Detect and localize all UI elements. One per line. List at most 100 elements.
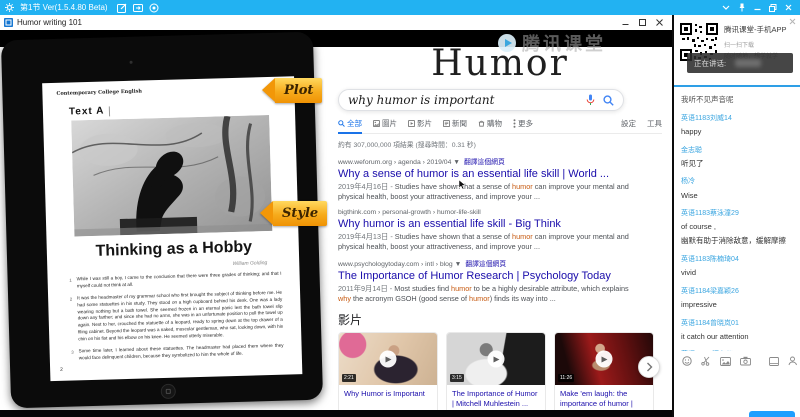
image-icon[interactable] [720, 357, 731, 366]
callout-arrow-icon [262, 78, 275, 102]
edit-icon[interactable] [117, 3, 127, 13]
search-result: www.weforum.org › agenda › 2019/04 ▼翻譯這個… [338, 156, 640, 202]
chat-message: Wise [681, 191, 793, 201]
tab-more[interactable]: 更多 [513, 118, 533, 129]
send-button[interactable] [749, 411, 795, 417]
paragraph-number: 2 [66, 296, 73, 343]
play-icon[interactable] [596, 351, 613, 368]
search-box[interactable] [338, 89, 624, 111]
chat-username: 英语1184曾晓岚01 [681, 319, 793, 328]
window-titlebar: Humor writing 101 [0, 15, 672, 30]
tab-news[interactable]: 新聞 [443, 118, 467, 129]
result-title[interactable]: Why humor is an essential life skill - B… [338, 218, 640, 230]
essay-title: Thinking as a Hobby [61, 238, 287, 262]
mouse-cursor-icon [458, 180, 466, 190]
minimize-window-icon[interactable] [754, 4, 761, 11]
chat-message-list[interactable]: 我听不见声音呢 英语1183刘威14 happy 金志聪 听见了 杨冷 Wise… [674, 85, 800, 351]
share-screen-icon[interactable] [133, 3, 143, 13]
divider [109, 106, 110, 116]
tab-all[interactable]: 全部 [338, 118, 362, 134]
chat-username: 英语1183刘威14 [681, 114, 793, 123]
result-url[interactable]: www.weforum.org › agenda › 2019/04 ▼翻譯這個… [338, 156, 640, 166]
search-input[interactable] [348, 93, 578, 107]
chat-message: 我听不见声音呢 [681, 95, 793, 105]
search-result: www.psychologytoday.com › intl › blog ▼翻… [338, 258, 640, 304]
tab-videos[interactable]: 影片 [408, 118, 432, 129]
chat-panel: 腾讯课堂-手机APP 扫一扫下载 随时随地，想学就学 正在讲话: 我听不见声音呢… [672, 15, 800, 417]
tablet-home-button [161, 384, 176, 399]
paragraph: 1 While I was still a boy, I came to the… [66, 271, 282, 291]
watermark: 腾讯课堂 [498, 30, 606, 56]
close-window-icon[interactable] [785, 4, 792, 11]
app-promo-title: 腾讯课堂-手机APP [724, 24, 797, 35]
search-result: bigthink.com › personal-growth › humor-l… [338, 209, 640, 252]
chat-toolbar [674, 351, 800, 371]
video-card[interactable]: 2:21 Why Humor is Important Izzy G YouTu… [338, 332, 438, 417]
chevron-down-icon[interactable] [722, 5, 730, 10]
video-thumbnail[interactable]: 2:21 [339, 333, 437, 385]
thinker-statue-photo [71, 115, 272, 236]
slide-area: 腾讯课堂 Contemporary College English Text A [0, 30, 672, 417]
video-card[interactable]: 3:15 The Importance of Humor | Mitchell … [446, 332, 546, 417]
member-list-icon[interactable] [788, 356, 797, 366]
play-icon[interactable] [488, 351, 505, 368]
speaker-name-blurred [735, 59, 761, 67]
restore-window-icon[interactable] [769, 4, 777, 12]
watermark-text: 腾讯课堂 [522, 30, 606, 56]
essay-paragraphs: 1 While I was still a boy, I came to the… [66, 271, 284, 363]
video-card[interactable]: 11:26 Make 'em laugh: the importance of … [554, 332, 654, 417]
textbook-page: Contemporary College English Text A [42, 76, 302, 381]
window-title: Humor writing 101 [17, 18, 82, 27]
screenshot-scissors-icon[interactable] [701, 356, 711, 366]
chat-message: 听见了 [681, 159, 793, 169]
paragraph: 2 It was the headmaster of my grammar sc… [66, 289, 283, 343]
paragraph-text: While I was still a boy, I came to the c… [77, 271, 282, 290]
chat-message: vivid [681, 268, 793, 278]
record-icon[interactable] [149, 3, 159, 13]
paragraph: 3 Some time later, I learned about these… [68, 343, 284, 363]
video-duration: 2:21 [342, 374, 356, 382]
chat-message: impressive [681, 300, 793, 310]
app-promo-section: 腾讯课堂-手机APP 扫一扫下载 随时随地，想学就学 正在讲话: [674, 15, 800, 73]
result-title[interactable]: The Importance of Humor Research | Psych… [338, 270, 640, 282]
carousel-next-button[interactable] [638, 356, 660, 378]
chat-username: 杨冷 [681, 177, 793, 186]
callout-label: Plot [275, 78, 322, 103]
camera-icon[interactable] [740, 356, 751, 366]
video-thumbnail[interactable]: 3:15 [447, 333, 545, 385]
tab-settings[interactable]: 設定 [621, 118, 636, 129]
maximize-icon[interactable] [639, 19, 646, 26]
translate-link[interactable]: 翻譯這個網頁 [464, 159, 505, 166]
play-icon[interactable] [380, 351, 397, 368]
paragraph-number: 3 [68, 350, 74, 363]
chat-window-icon[interactable] [769, 357, 779, 366]
video-thumbnail[interactable]: 11:26 [555, 333, 653, 385]
videos-carousel: 2:21 Why Humor is Important Izzy G YouTu… [338, 332, 662, 417]
chat-username: 英语1183蔡泳潼29 [681, 209, 793, 218]
session-title: 第1节 Ver(1.5.4.80 Beta) [20, 4, 108, 12]
bottom-black-strip [0, 410, 672, 417]
emoji-icon[interactable] [682, 356, 692, 366]
search-icon[interactable] [603, 95, 614, 106]
mic-icon[interactable] [586, 94, 595, 106]
chat-message: happy [681, 127, 793, 137]
tab-images[interactable]: 圖片 [373, 118, 397, 129]
pin-icon[interactable] [738, 3, 746, 12]
settings-gear-icon[interactable] [5, 3, 14, 12]
paragraph-number: 1 [66, 278, 72, 291]
presentation-window: Humor writing 101 腾讯课堂 Contemporary Coll… [0, 15, 672, 417]
close-icon[interactable] [656, 19, 663, 26]
tab-shopping[interactable]: 購物 [478, 118, 502, 129]
result-url[interactable]: www.psychologytoday.com › intl › blog ▼翻… [338, 258, 640, 268]
tab-tools[interactable]: 工具 [647, 118, 662, 129]
play-logo-icon [498, 34, 516, 52]
search-tabs: 全部 圖片 影片 新聞 [338, 118, 662, 134]
callout-label: Style [273, 201, 327, 226]
book-header: Contemporary College English [56, 85, 282, 97]
result-title[interactable]: Why a sense of humor is an essential lif… [338, 168, 640, 180]
minimize-icon[interactable] [622, 19, 629, 26]
screen: 第1节 Ver(1.5.4.80 Beta) [0, 0, 800, 417]
chat-username: 金志聪 [681, 146, 793, 155]
result-url[interactable]: bigthink.com › personal-growth › humor-l… [338, 209, 640, 216]
translate-link[interactable]: 翻譯這個網頁 [465, 261, 506, 268]
